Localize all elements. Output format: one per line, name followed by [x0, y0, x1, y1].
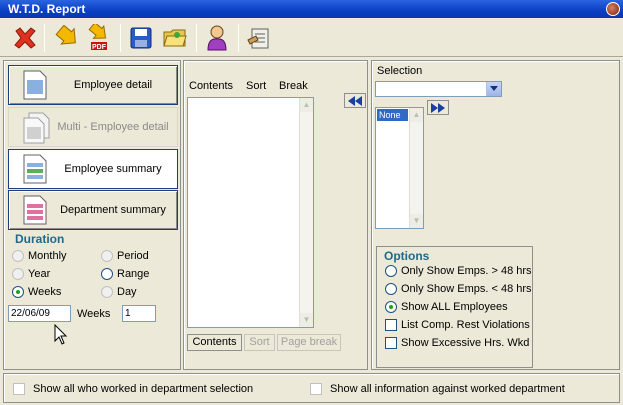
only-lt48-label: Only Show Emps. < 48 hrs: [401, 283, 532, 295]
duration-header: Duration: [15, 232, 65, 246]
window-titlebar: W.T.D. Report: [0, 0, 623, 18]
save-disk-icon[interactable]: [124, 21, 158, 55]
toolbar-separator: [238, 24, 239, 52]
show-excessive-hours-checkbox[interactable]: Show Excessive Hrs. Wkd: [385, 337, 529, 349]
weeks-count-input[interactable]: 1: [122, 305, 156, 322]
range-radio[interactable]: Range: [101, 268, 149, 280]
window-close-icon[interactable]: [606, 2, 620, 16]
move-right-button[interactable]: [427, 100, 449, 115]
tab-contents[interactable]: Contents: [187, 334, 242, 351]
department-document-icon: [23, 195, 47, 228]
user-icon[interactable]: [200, 21, 234, 55]
contents-column-header: Contents: [189, 80, 234, 92]
list-item[interactable]: None: [377, 109, 408, 121]
only-lt48-radio[interactable]: Only Show Emps. < 48 hrs: [385, 283, 532, 295]
year-radio[interactable]: Year: [12, 268, 50, 280]
scroll-down-icon[interactable]: ▼: [300, 313, 313, 327]
multi-employee-detail-button[interactable]: Multi - Employee detail: [8, 107, 178, 147]
contents-panel: Contents Sort Break ▲ ▼ Contents Sort Pa…: [183, 60, 368, 370]
move-left-button[interactable]: [344, 93, 366, 108]
multi-document-icon: [23, 112, 51, 147]
show-all-info-checkbox[interactable]: Show all information against worked depa…: [310, 383, 565, 395]
show-all-worked-checkbox[interactable]: Show all who worked in department select…: [13, 383, 253, 395]
scroll-down-icon[interactable]: ▼: [410, 214, 423, 228]
toolbar: PDF: [0, 19, 623, 57]
selection-label: Selection: [377, 65, 423, 77]
selection-panel: Selection None ▲ ▼ Options Only Show Emp…: [371, 60, 620, 370]
employee-detail-button[interactable]: Employee detail: [8, 65, 178, 105]
range-label: Range: [117, 268, 150, 280]
show-excessive-hours-label: Show Excessive Hrs. Wkd: [401, 337, 530, 349]
pdf-label: PDF: [92, 44, 107, 51]
open-folder-icon[interactable]: [158, 21, 192, 55]
year-label: Year: [28, 268, 51, 280]
selection-dropdown[interactable]: [375, 81, 502, 97]
weeks-radio-label: Weeks: [28, 286, 62, 298]
list-comp-rest-label: List Comp. Rest Violations: [401, 319, 530, 331]
options-group: Options Only Show Emps. > 48 hrs Only Sh…: [376, 246, 533, 368]
contents-list-scrollbar[interactable]: ▲ ▼: [299, 98, 313, 327]
summary-document-icon: [23, 154, 47, 187]
period-label: Period: [117, 250, 149, 262]
period-radio[interactable]: Period: [101, 250, 149, 262]
report-type-panel: Employee detail Multi - Employee detail …: [3, 60, 181, 370]
arrow-report-icon[interactable]: [48, 21, 82, 55]
options-header: Options: [384, 249, 430, 263]
mouse-cursor-icon: [54, 324, 68, 345]
window-title: W.T.D. Report: [8, 2, 86, 16]
chevron-down-icon[interactable]: [486, 82, 501, 96]
pdf-export-icon[interactable]: PDF: [82, 21, 116, 55]
break-column-header: Break: [279, 80, 308, 92]
double-right-arrow-icon: [431, 102, 445, 113]
show-all-employees-label: Show ALL Employees: [401, 301, 508, 313]
double-left-arrow-icon: [348, 95, 362, 106]
only-gt48-label: Only Show Emps. > 48 hrs: [401, 265, 532, 277]
employee-summary-label: Employee summary: [64, 163, 162, 175]
monthly-radio[interactable]: Monthly: [12, 250, 67, 262]
department-summary-button[interactable]: Department summary: [8, 190, 178, 230]
selection-list[interactable]: None ▲ ▼: [375, 107, 424, 229]
multi-employee-detail-label: Multi - Employee detail: [57, 121, 169, 133]
only-gt48-radio[interactable]: Only Show Emps. > 48 hrs: [385, 265, 532, 277]
toolbar-separator: [120, 24, 121, 52]
clipboard-settings-icon[interactable]: [242, 21, 276, 55]
list-comp-rest-checkbox[interactable]: List Comp. Rest Violations: [385, 319, 530, 331]
footer-options-panel: Show all who worked in department select…: [3, 373, 620, 403]
sort-column-header: Sort: [246, 80, 267, 92]
show-all-info-label: Show all information against worked depa…: [330, 383, 565, 395]
employee-detail-label: Employee detail: [73, 79, 153, 91]
selection-list-scrollbar[interactable]: ▲ ▼: [409, 108, 423, 228]
department-summary-label: Department summary: [60, 204, 166, 216]
show-all-worked-label: Show all who worked in department select…: [33, 383, 254, 395]
close-x-icon[interactable]: [8, 21, 42, 55]
date-input[interactable]: 22/06/09: [8, 305, 71, 322]
scroll-up-icon[interactable]: ▲: [300, 98, 313, 112]
weeks-count-label: Weeks: [77, 308, 111, 320]
tab-sort[interactable]: Sort: [244, 334, 275, 351]
tab-page-break[interactable]: Page break: [277, 334, 341, 351]
document-icon: [23, 70, 47, 103]
day-radio[interactable]: Day: [101, 286, 137, 298]
show-all-employees-radio[interactable]: Show ALL Employees: [385, 301, 508, 313]
employee-summary-button[interactable]: Employee summary: [8, 149, 178, 189]
weeks-radio[interactable]: Weeks: [12, 286, 61, 298]
day-label: Day: [117, 286, 137, 298]
toolbar-separator: [196, 24, 197, 52]
scroll-up-icon[interactable]: ▲: [410, 108, 423, 122]
monthly-label: Monthly: [28, 250, 67, 262]
contents-list[interactable]: ▲ ▼: [187, 97, 314, 328]
toolbar-separator: [44, 24, 45, 52]
